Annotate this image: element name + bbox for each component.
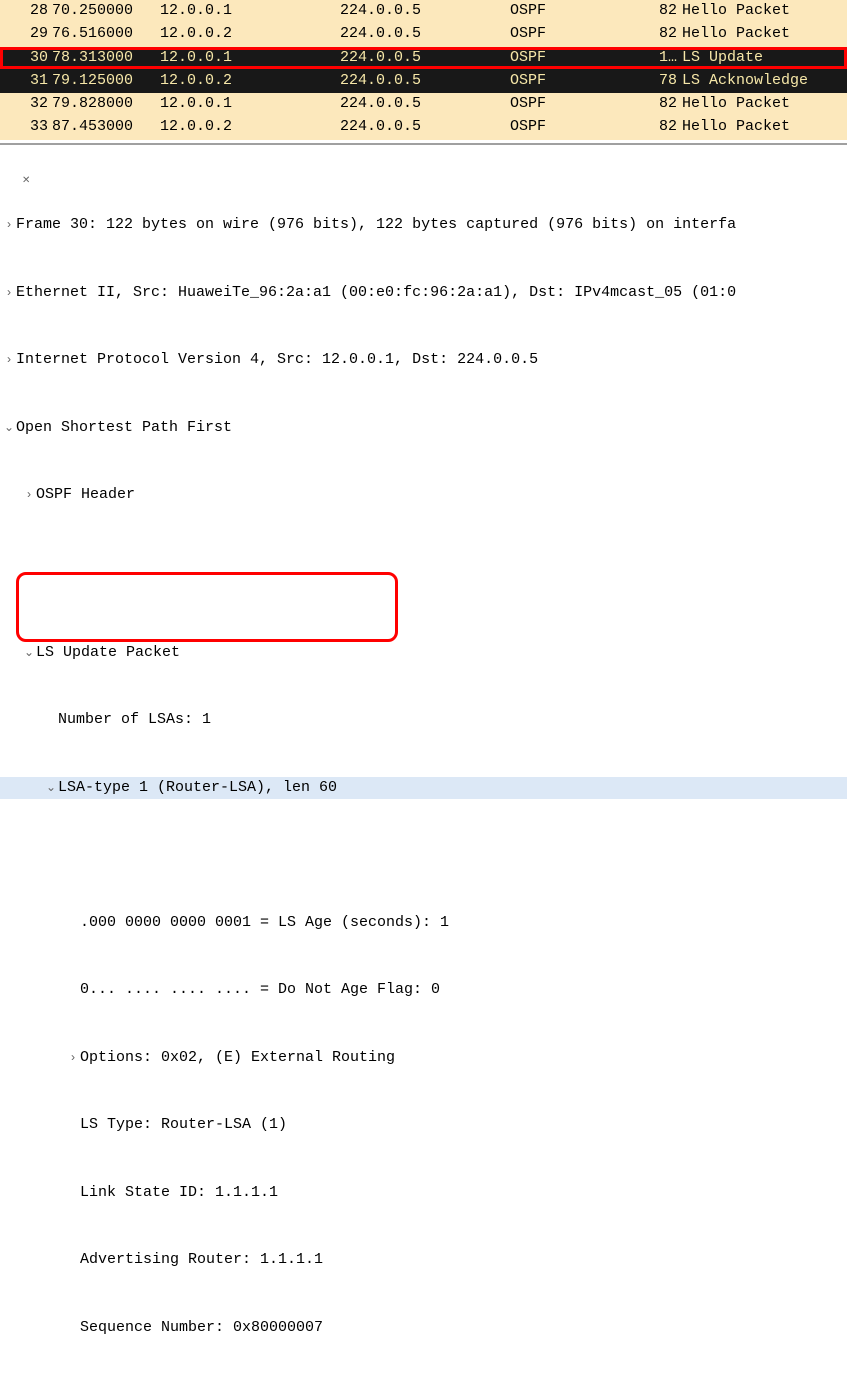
col-time: 79.125000 [52, 71, 150, 91]
col-destination: 224.0.0.5 [340, 71, 510, 91]
tree-item-link-state-id[interactable]: Link State ID: 1.1.1.1 [0, 1182, 847, 1205]
col-length: 78 [655, 71, 681, 91]
tree-label: Options: 0x02, (E) External Routing [80, 1047, 847, 1070]
tree-item-adv-router[interactable]: Advertising Router: 1.1.1.1 [0, 1249, 847, 1272]
tree-item-seq-num[interactable]: Sequence Number: 0x80000007 [0, 1317, 847, 1340]
packet-row-selected[interactable]: 30 78.313000 12.0.0.1 224.0.0.5 OSPF 1… … [0, 47, 847, 70]
toggle-spacer [66, 981, 80, 999]
tree-label: Link State ID: 1.1.1.1 [80, 1182, 847, 1205]
col-protocol: OSPF [510, 24, 655, 44]
tree-label: Number of LSAs: 1 [58, 709, 847, 732]
col-no: 31 [0, 71, 52, 91]
toggle-spacer [44, 711, 58, 729]
tree-label: Open Shortest Path First [16, 417, 847, 440]
col-source: 12.0.0.1 [150, 94, 340, 114]
toggle-spacer [66, 1319, 80, 1337]
toggle-spacer [66, 1251, 80, 1269]
col-protocol: OSPF [510, 117, 655, 137]
close-icon[interactable]: ✕ [18, 173, 34, 190]
tree-label: OSPF Header [36, 484, 847, 507]
col-length: 82 [655, 117, 681, 137]
tree-item-ls-update[interactable]: ⌄ LS Update Packet [0, 642, 847, 665]
col-protocol: OSPF [510, 94, 655, 114]
col-source: 12.0.0.1 [150, 1, 340, 21]
col-length: 82 [655, 1, 681, 21]
tree-item-dna-flag[interactable]: 0... .... .... .... = Do Not Age Flag: 0 [0, 979, 847, 1002]
tree-item-frame[interactable]: › Frame 30: 122 bytes on wire (976 bits)… [0, 214, 847, 237]
col-length: 1… [655, 48, 681, 68]
col-protocol: OSPF [510, 48, 655, 68]
col-length: 82 [655, 24, 681, 44]
tree-label: Internet Protocol Version 4, Src: 12.0.0… [16, 349, 847, 372]
col-protocol: OSPF [510, 71, 655, 91]
col-time: 87.453000 [52, 117, 150, 137]
col-source: 12.0.0.2 [150, 117, 340, 137]
col-time: 76.516000 [52, 24, 150, 44]
col-no: 33 [0, 117, 52, 137]
col-time: 79.828000 [52, 94, 150, 114]
packet-row[interactable]: 32 79.828000 12.0.0.1 224.0.0.5 OSPF 82 … [0, 93, 847, 116]
chevron-right-icon[interactable]: › [66, 1049, 80, 1067]
col-no: 29 [0, 24, 52, 44]
tree-label: LS Update Packet [36, 642, 847, 665]
col-destination: 224.0.0.5 [340, 1, 510, 21]
col-no: 30 [0, 48, 52, 68]
packet-row[interactable]: 31 79.125000 12.0.0.2 224.0.0.5 OSPF 78 … [0, 70, 847, 93]
col-info: Hello Packet [681, 117, 847, 137]
tree-item-options[interactable]: › Options: 0x02, (E) External Routing [0, 1047, 847, 1070]
tree-item-ls-age[interactable]: .000 0000 0000 0001 = LS Age (seconds): … [0, 912, 847, 935]
packet-row[interactable]: 33 87.453000 12.0.0.2 224.0.0.5 OSPF 82 … [0, 116, 847, 139]
tree-item-ls-type[interactable]: LS Type: Router-LSA (1) [0, 1114, 847, 1137]
tree-item-lsa-type-selected[interactable]: ⌄ LSA-type 1 (Router-LSA), len 60 [0, 777, 847, 800]
col-destination: 224.0.0.5 [340, 94, 510, 114]
col-destination: 224.0.0.5 [340, 48, 510, 68]
tree-item-num-lsas[interactable]: Number of LSAs: 1 [0, 709, 847, 732]
tree-item-ethernet[interactable]: › Ethernet II, Src: HuaweiTe_96:2a:a1 (0… [0, 282, 847, 305]
col-info: Hello Packet [681, 1, 847, 21]
col-length: 82 [655, 94, 681, 114]
chevron-down-icon[interactable]: ⌄ [44, 779, 58, 797]
col-protocol: OSPF [510, 1, 655, 21]
col-info: LS Update [681, 48, 847, 68]
col-info: Hello Packet [681, 24, 847, 44]
tree-item-ospf-header[interactable]: › OSPF Header [0, 484, 847, 507]
chevron-right-icon[interactable]: › [22, 486, 36, 504]
col-time: 78.313000 [52, 48, 150, 68]
tree-label: LSA-type 1 (Router-LSA), len 60 [58, 777, 847, 800]
chevron-down-icon[interactable]: ⌄ [2, 419, 16, 437]
col-source: 12.0.0.1 [150, 48, 340, 68]
col-info: Hello Packet [681, 94, 847, 114]
col-source: 12.0.0.2 [150, 71, 340, 91]
col-destination: 224.0.0.5 [340, 117, 510, 137]
col-source: 12.0.0.2 [150, 24, 340, 44]
tree-label: Frame 30: 122 bytes on wire (976 bits), … [16, 214, 847, 237]
chevron-down-icon[interactable]: ⌄ [22, 644, 36, 662]
chevron-right-icon[interactable]: › [2, 216, 16, 234]
annotation-box [16, 572, 398, 642]
col-info: LS Acknowledge [681, 71, 847, 91]
tree-label: Ethernet II, Src: HuaweiTe_96:2a:a1 (00:… [16, 282, 847, 305]
col-no: 28 [0, 1, 52, 21]
tree-item-ip[interactable]: › Internet Protocol Version 4, Src: 12.0… [0, 349, 847, 372]
col-destination: 224.0.0.5 [340, 24, 510, 44]
col-time: 70.250000 [52, 1, 150, 21]
tree-label: LS Type: Router-LSA (1) [80, 1114, 847, 1137]
col-no: 32 [0, 94, 52, 114]
chevron-right-icon[interactable]: › [2, 284, 16, 302]
toggle-spacer [66, 1116, 80, 1134]
tree-item-ospf[interactable]: ⌄ Open Shortest Path First [0, 417, 847, 440]
tree-label: .000 0000 0000 0001 = LS Age (seconds): … [80, 912, 847, 935]
packet-list[interactable]: 28 70.250000 12.0.0.1 224.0.0.5 OSPF 82 … [0, 0, 847, 140]
packet-row[interactable]: 28 70.250000 12.0.0.1 224.0.0.5 OSPF 82 … [0, 0, 847, 23]
toggle-spacer [66, 914, 80, 932]
tree-label: Advertising Router: 1.1.1.1 [80, 1249, 847, 1272]
toggle-spacer [66, 1184, 80, 1202]
packet-row[interactable]: 29 76.516000 12.0.0.2 224.0.0.5 OSPF 82 … [0, 23, 847, 46]
chevron-right-icon[interactable]: › [2, 351, 16, 369]
packet-details-pane[interactable]: ✕ › Frame 30: 122 bytes on wire (976 bit… [0, 143, 847, 1384]
tree-label: Sequence Number: 0x80000007 [80, 1317, 847, 1340]
tree-label: 0... .... .... .... = Do Not Age Flag: 0 [80, 979, 847, 1002]
